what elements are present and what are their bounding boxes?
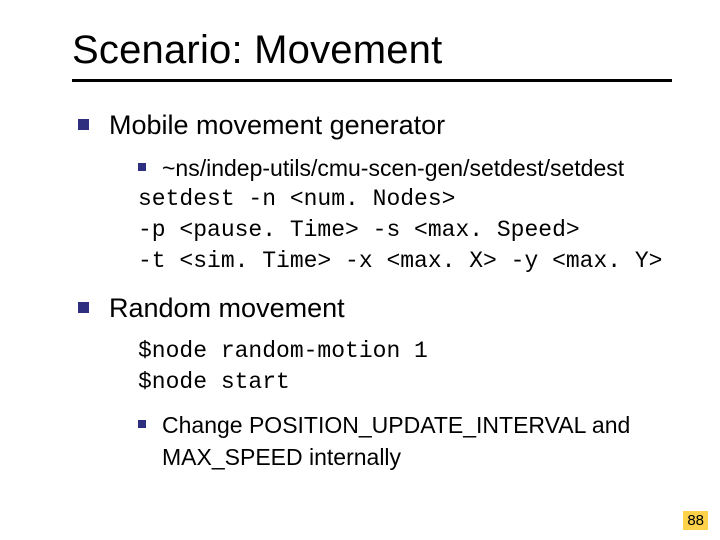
- page-number: 88: [683, 511, 708, 530]
- bullet-text: Random movement: [109, 291, 345, 326]
- bullet-list-level1: Mobile movement generator ~ns/indep-util…: [78, 108, 672, 473]
- square-bullet-icon: [78, 302, 89, 313]
- bullet-text: Mobile movement generator: [109, 108, 445, 143]
- code-block-random-motion: $node random-motion 1 $node start: [138, 336, 672, 398]
- code-line: -p <pause. Time> -s <max. Speed>: [138, 217, 580, 243]
- slide: Scenario: Movement Mobile movement gener…: [0, 0, 720, 540]
- bullet-item-setdest-path: ~ns/indep-utils/cmu-scen-gen/setdest/set…: [138, 153, 672, 184]
- code-line: $node start: [138, 369, 290, 395]
- code-block-setdest: setdest -n <num. Nodes> -p <pause. Time>…: [138, 184, 672, 277]
- code-line: -t <sim. Time> -x <max. X> -y <max. Y>: [138, 248, 663, 274]
- bullet-list-level2: ~ns/indep-utils/cmu-scen-gen/setdest/set…: [138, 153, 672, 184]
- bullet-list-level2: Change POSITION_UPDATE_INTERVAL and MAX_…: [138, 410, 672, 472]
- bullet-text: Change POSITION_UPDATE_INTERVAL and MAX_…: [162, 410, 672, 472]
- slide-title: Scenario: Movement: [72, 28, 672, 73]
- bullet-text: ~ns/indep-utils/cmu-scen-gen/setdest/set…: [162, 153, 624, 184]
- bullet-item-change-internals: Change POSITION_UPDATE_INTERVAL and MAX_…: [138, 410, 672, 472]
- square-bullet-icon: [78, 119, 89, 130]
- bullet-item-mobile-generator: Mobile movement generator: [78, 108, 672, 143]
- bullet-item-random-movement: Random movement: [78, 291, 672, 326]
- title-underline: [72, 79, 672, 82]
- code-line: $node random-motion 1: [138, 338, 428, 364]
- code-line: setdest -n <num. Nodes>: [138, 186, 455, 212]
- square-bullet-icon: [138, 163, 146, 171]
- square-bullet-icon: [138, 420, 146, 428]
